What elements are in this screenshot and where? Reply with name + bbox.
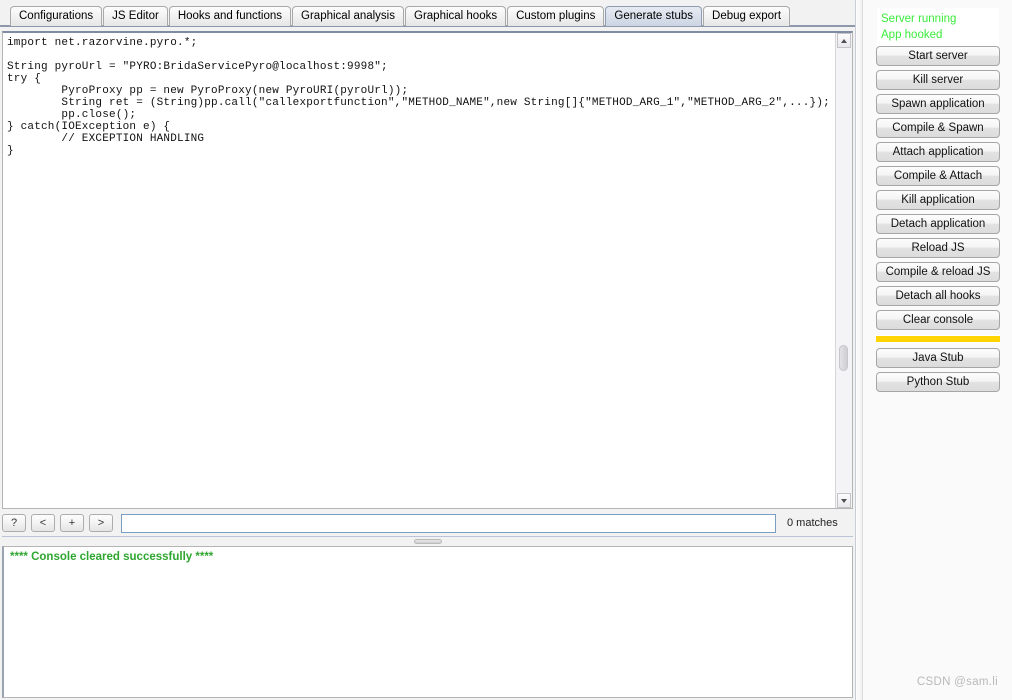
find-input[interactable] <box>121 513 776 533</box>
tab-list: Configurations JS Editor Hooks and functio… <box>10 6 791 26</box>
splitter-drag-handle[interactable] <box>413 539 442 544</box>
tab-custom-plugins[interactable]: Custom plugins <box>507 6 605 26</box>
scroll-up-arrow-icon[interactable] <box>837 33 851 48</box>
control-sidebar: Server running App hooked Start server Kil… <box>863 0 1012 700</box>
button-detach-all-hooks[interactable]: Detach all hooks <box>876 286 1000 306</box>
tab-generate-stubs[interactable]: Generate stubs <box>605 6 703 26</box>
status-app-hooked: App hooked <box>881 29 943 41</box>
find-add-button[interactable]: + <box>60 514 84 532</box>
application-window: Configurations JS Editor Hooks and functio… <box>0 0 1012 700</box>
code-editor-panel: import net.razorvine.pyro.*; String pyro… <box>2 31 853 509</box>
find-previous-button[interactable]: < <box>31 514 55 532</box>
watermark-label: CSDN @sam.li <box>916 676 998 688</box>
scrollbar-thumb[interactable] <box>839 345 848 371</box>
tab-bar: Configurations JS Editor Hooks and functio… <box>0 0 855 31</box>
button-attach-application[interactable]: Attach application <box>876 142 1000 162</box>
button-compile-and-attach[interactable]: Compile & Attach <box>876 166 1000 186</box>
button-spawn-application[interactable]: Spawn application <box>876 94 1000 114</box>
button-detach-application[interactable]: Detach application <box>876 214 1000 234</box>
main-work-area: Configurations JS Editor Hooks and functio… <box>0 0 856 700</box>
tab-configurations[interactable]: Configurations <box>10 6 103 26</box>
vertical-splitter[interactable] <box>856 0 863 700</box>
find-help-button[interactable]: ? <box>2 514 26 532</box>
editor-vertical-scrollbar[interactable] <box>835 33 852 508</box>
sidebar-button-list: Start server Kill server Spawn application… <box>876 46 1000 392</box>
status-server-running: Server running <box>881 13 957 25</box>
button-start-server[interactable]: Start server <box>876 46 1000 66</box>
sidebar-separator <box>876 335 1000 343</box>
console-panel[interactable]: **** Console cleared successfully **** <box>2 546 853 698</box>
button-compile-and-reload-js[interactable]: Compile & reload JS <box>876 262 1000 282</box>
tab-hooks-and-functions[interactable]: Hooks and functions <box>168 6 292 26</box>
horizontal-splitter[interactable] <box>2 536 853 546</box>
button-clear-console[interactable]: Clear console <box>876 310 1000 330</box>
button-java-stub[interactable]: Java Stub <box>876 348 1000 368</box>
button-reload-js[interactable]: Reload JS <box>876 238 1000 258</box>
tab-debug-export[interactable]: Debug export <box>703 6 791 26</box>
tab-graphical-hooks[interactable]: Graphical hooks <box>405 6 507 26</box>
button-python-stub[interactable]: Python Stub <box>876 372 1000 392</box>
tab-bar-underline-fill <box>0 27 855 29</box>
find-next-button[interactable]: > <box>89 514 113 532</box>
button-kill-application[interactable]: Kill application <box>876 190 1000 210</box>
find-toolbar: ? < + > 0 matches <box>2 510 853 536</box>
generated-stub-code[interactable]: import net.razorvine.pyro.*; String pyro… <box>7 37 835 157</box>
match-count-label: 0 matches <box>787 517 838 529</box>
button-compile-and-spawn[interactable]: Compile & Spawn <box>876 118 1000 138</box>
console-message: **** Console cleared successfully **** <box>10 551 214 563</box>
button-kill-server[interactable]: Kill server <box>876 70 1000 90</box>
code-editor-text-area[interactable]: import net.razorvine.pyro.*; String pyro… <box>3 33 835 508</box>
tab-graphical-analysis[interactable]: Graphical analysis <box>292 6 404 26</box>
tab-js-editor[interactable]: JS Editor <box>103 6 168 26</box>
scroll-down-arrow-icon[interactable] <box>837 493 851 508</box>
status-panel: Server running App hooked <box>877 8 999 47</box>
